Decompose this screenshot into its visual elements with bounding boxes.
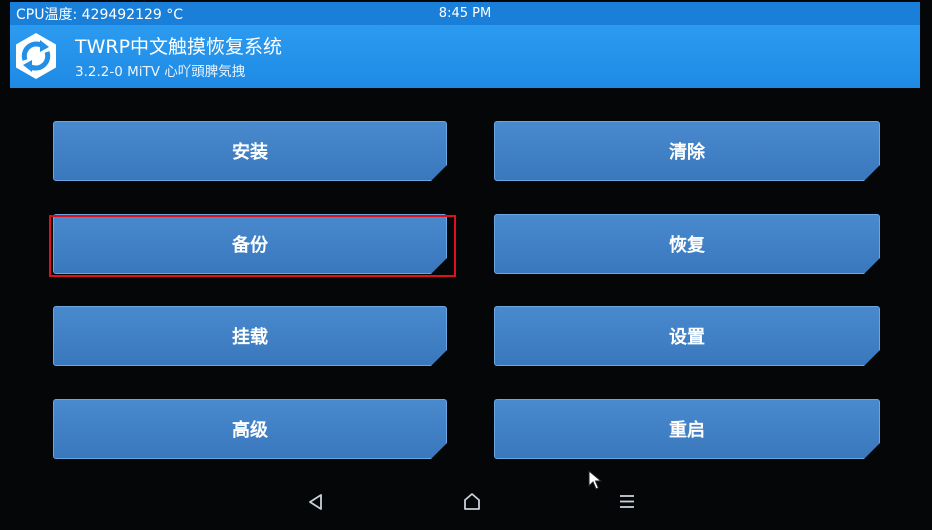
settings-label: 设置	[669, 327, 705, 348]
mouse-cursor-icon	[588, 470, 603, 490]
backup-label: 备份	[232, 235, 268, 256]
menu-lines-icon[interactable]	[612, 488, 642, 516]
status-bar: CPU温度: 429492129 °C 8:45 PM	[10, 2, 920, 25]
reboot-label: 重启	[669, 420, 705, 441]
advanced-button[interactable]: 高级	[53, 399, 447, 459]
app-title: TWRP中文触摸恢复系统	[75, 36, 283, 58]
mount-label: 挂载	[232, 327, 268, 348]
restore-button[interactable]: 恢复	[494, 214, 880, 274]
backup-button[interactable]: 备份	[53, 214, 447, 274]
reboot-button[interactable]: 重启	[494, 399, 880, 459]
back-triangle-icon[interactable]	[301, 488, 331, 516]
install-button[interactable]: 安装	[53, 121, 447, 181]
restore-label: 恢复	[669, 235, 705, 256]
home-icon[interactable]	[457, 488, 487, 516]
wipe-button[interactable]: 清除	[494, 121, 880, 181]
twrp-logo-icon	[16, 33, 56, 79]
install-label: 安装	[232, 142, 268, 163]
wipe-label: 清除	[669, 142, 705, 163]
twrp-screen: CPU温度: 429492129 °C 8:45 PM TWRP中文触摸恢复系统…	[0, 0, 932, 530]
settings-button[interactable]: 设置	[494, 306, 880, 366]
advanced-label: 高级	[232, 420, 268, 441]
app-version: 3.2.2-0 MiTV 心吖頭脾気拽	[75, 64, 246, 80]
app-header: TWRP中文触摸恢复系统 3.2.2-0 MiTV 心吖頭脾気拽	[10, 25, 920, 88]
clock: 8:45 PM	[438, 6, 492, 21]
mount-button[interactable]: 挂载	[53, 306, 447, 366]
